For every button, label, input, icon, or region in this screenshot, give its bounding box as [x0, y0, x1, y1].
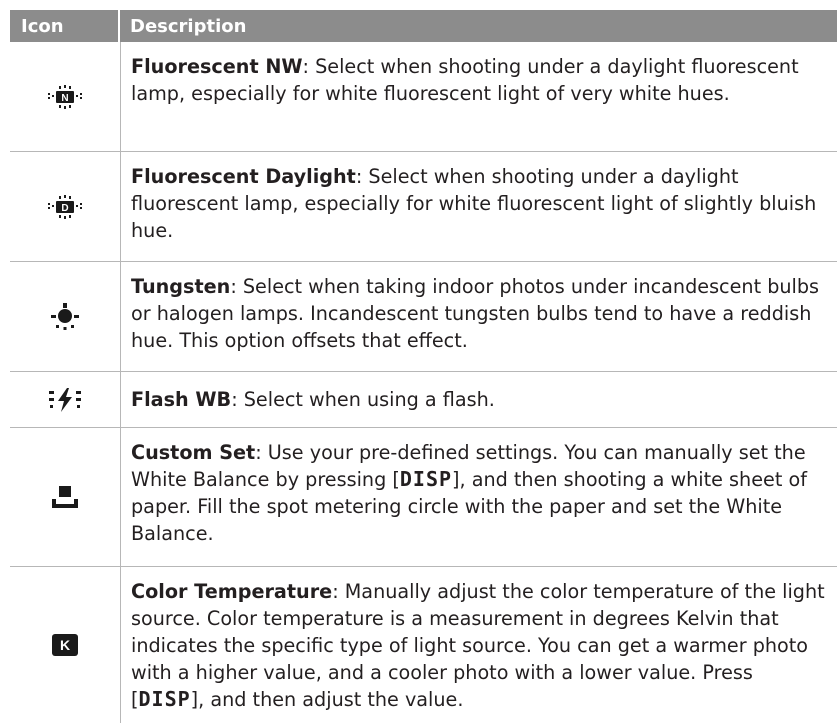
row-title: Fluorescent Daylight — [131, 165, 356, 188]
table-row: D Fluorescent Daylight: Select when shoo… — [10, 152, 837, 262]
kelvin-icon: K — [52, 634, 78, 656]
row-title: Tungsten — [131, 275, 231, 298]
svg-text:N: N — [61, 93, 68, 104]
row-description: Color Temperature: Manually adjust the c… — [120, 567, 837, 723]
table-row: Flash WB: Select when using a flash. — [10, 372, 837, 428]
row-description: Fluorescent Daylight: Select when shooti… — [120, 152, 837, 261]
table-row: N Fluorescent NW: Select when shooting u… — [10, 42, 837, 152]
row-description: Flash WB: Select when using a flash. — [120, 372, 837, 427]
custom-set-icon — [10, 428, 120, 566]
svg-text:D: D — [61, 203, 68, 214]
row-title: Custom Set — [131, 441, 256, 464]
kelvin-icon-cell: K — [10, 567, 120, 723]
flash-wb-icon — [10, 372, 120, 427]
row-title: Color Temperature — [131, 580, 333, 603]
fluorescent-nw-icon: N — [10, 42, 120, 151]
disp-button-label: DISP — [399, 467, 453, 491]
table-row: Tungsten: Select when taking indoor phot… — [10, 262, 837, 372]
fluorescent-daylight-icon: D — [10, 152, 120, 261]
row-description: Custom Set: Use your pre-defined setting… — [120, 428, 837, 566]
white-balance-table: Icon Description N Fluorescent NW: Selec… — [10, 10, 837, 723]
row-title: Fluorescent NW — [131, 55, 303, 78]
table-row: Custom Set: Use your pre-defined setting… — [10, 428, 837, 567]
icon-column-header: Icon — [21, 15, 64, 37]
table-row: K Color Temperature: Manually adjust the… — [10, 567, 837, 723]
row-description: Fluorescent NW: Select when shooting und… — [120, 42, 837, 151]
row-description: Tungsten: Select when taking indoor phot… — [120, 262, 837, 371]
tungsten-icon — [10, 262, 120, 371]
row-title: Flash WB — [131, 388, 232, 411]
description-column-header: Description — [130, 15, 247, 37]
disp-button-label: DISP — [138, 687, 191, 711]
table-header: Icon Description — [10, 10, 837, 42]
